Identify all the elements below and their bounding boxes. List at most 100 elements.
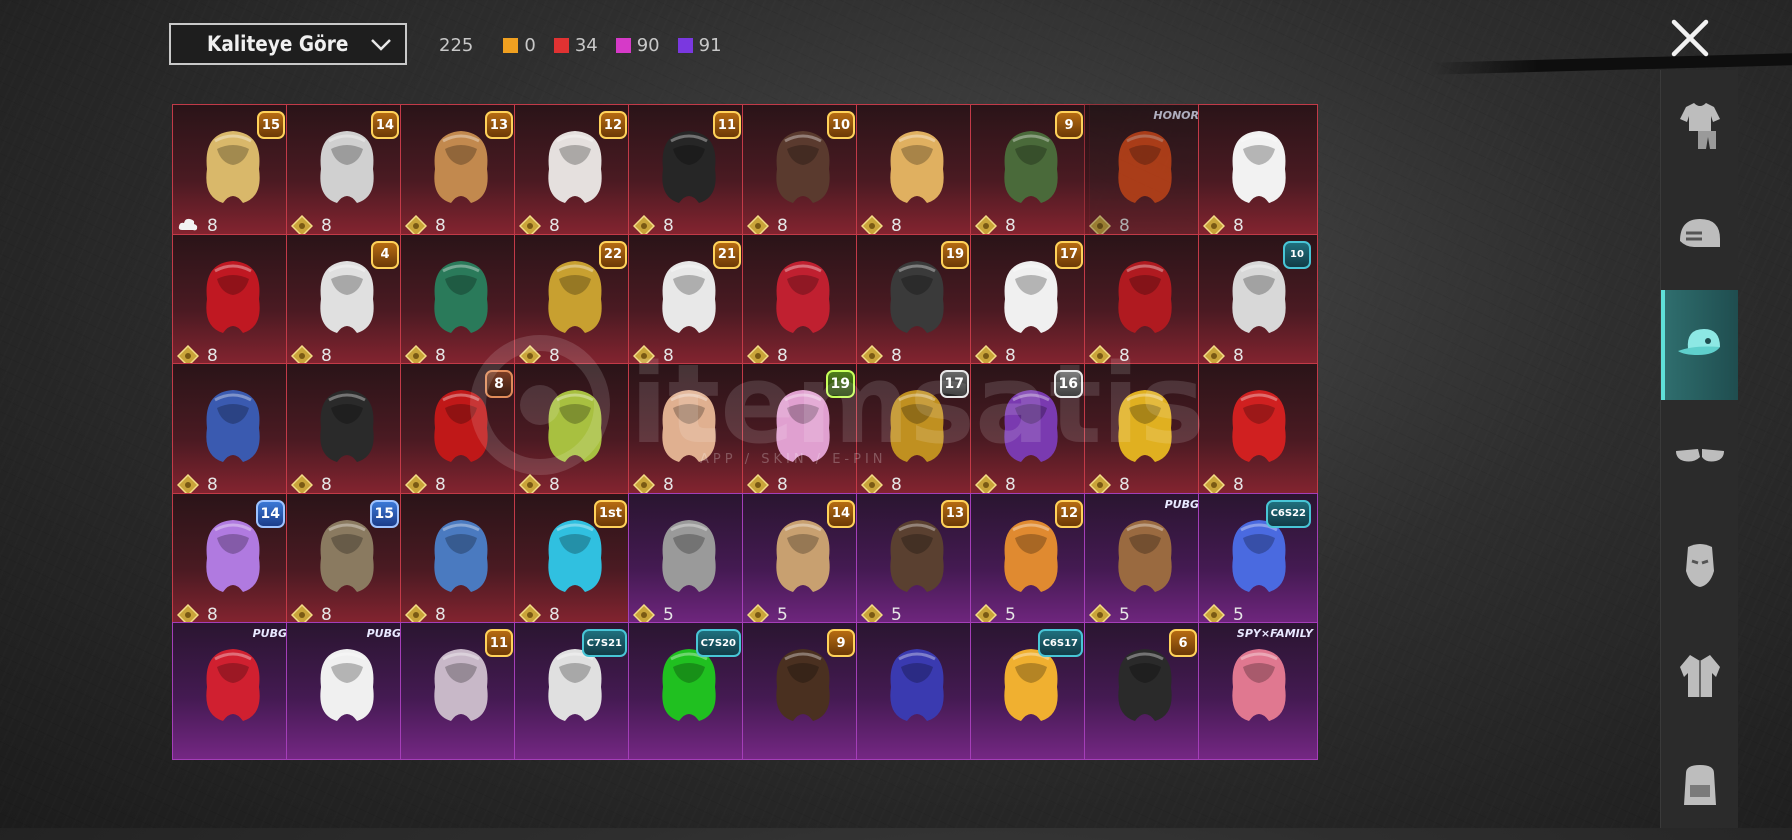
item-card[interactable]: 13 8	[400, 104, 520, 242]
season-badge: 19	[940, 240, 969, 269]
headwear-item-icon	[776, 260, 830, 333]
headwear-item-icon	[320, 390, 374, 462]
mask-icon	[1685, 544, 1714, 587]
season-badge: 16	[1053, 370, 1083, 398]
glasses-icon	[1675, 449, 1724, 462]
item-card[interactable]: 15 8	[286, 492, 406, 631]
headwear-item-icon	[206, 260, 260, 333]
count-epic: 90	[615, 34, 660, 56]
item-card[interactable]: C6S17	[970, 622, 1090, 760]
item-card[interactable]: 19 8	[742, 363, 862, 501]
item-card[interactable]: 12 8	[514, 104, 634, 242]
item-card[interactable]: C6S22 5	[1198, 492, 1318, 631]
season-badge: 9	[1055, 111, 1083, 139]
item-card[interactable]: 15 8	[172, 104, 292, 242]
season-badge: 17	[1054, 240, 1083, 269]
item-card[interactable]: 88	[400, 363, 520, 501]
item-card[interactable]: 8	[1198, 363, 1318, 501]
item-card[interactable]: HONOR 8	[1084, 104, 1204, 242]
item-card[interactable]: 8	[628, 363, 748, 501]
headwear-item-icon	[890, 131, 944, 203]
item-card[interactable]: PUBG	[286, 622, 406, 760]
season-badge: 8	[485, 370, 513, 398]
item-card[interactable]: 17 8	[970, 233, 1090, 372]
sort-dropdown[interactable]: Kaliteye Göre	[169, 23, 407, 65]
item-card[interactable]: C7S21	[514, 622, 634, 760]
headwear-item-icon	[206, 390, 260, 462]
season-badge: 11	[712, 111, 741, 139]
item-card[interactable]: SPY×FAMILY	[1198, 622, 1318, 760]
jacket-icon	[1679, 655, 1720, 697]
collab-brand-logo: PUBG	[366, 627, 401, 640]
item-card[interactable]: 10 8	[742, 104, 862, 242]
headwear-item-icon	[1118, 260, 1172, 333]
tab-outfit[interactable]	[1661, 70, 1738, 180]
watermark-subtext: APP / SKIN / E-PIN	[700, 452, 887, 467]
item-card[interactable]: 9	[742, 622, 862, 760]
tab-jacket[interactable]	[1661, 620, 1738, 730]
item-card[interactable]: C7S20	[628, 622, 748, 760]
count-legendary-value: 0	[524, 34, 536, 56]
season-badge: C7S21	[581, 629, 627, 657]
epic-swatch	[615, 37, 631, 53]
item-card[interactable]: 8	[172, 363, 292, 501]
item-card[interactable]: 5	[628, 492, 748, 631]
headwear-item-icon	[206, 649, 260, 721]
tab-backpack[interactable]	[1661, 730, 1738, 840]
item-card[interactable]: 8	[400, 233, 520, 372]
item-card[interactable]: 8	[400, 492, 520, 631]
item-card[interactable]: 21 8	[628, 233, 748, 372]
item-card[interactable]: 8	[856, 104, 976, 242]
item-card[interactable]: 8	[1084, 363, 1204, 501]
item-card[interactable]: 8	[1084, 233, 1204, 372]
item-card[interactable]: 19 8	[856, 233, 976, 372]
season-badge: 22	[598, 240, 627, 269]
tab-headwear[interactable]	[1661, 290, 1738, 400]
item-card[interactable]: 98	[970, 104, 1090, 242]
item-card[interactable]: 10 8	[1198, 233, 1318, 372]
headwear-item-icon	[548, 390, 602, 462]
season-badge: 9	[827, 629, 855, 657]
headwear-item-icon	[1118, 390, 1172, 462]
item-card[interactable]: 12 5	[970, 492, 1090, 631]
season-badge: 6	[1169, 629, 1197, 657]
item-card[interactable]: 14 8	[286, 104, 406, 242]
inventory-counts: 225 0 34 90 91	[439, 30, 740, 60]
tab-face[interactable]	[1661, 510, 1738, 620]
season-badge: 14	[370, 111, 399, 139]
item-card[interactable]: 8	[1198, 104, 1318, 242]
item-card[interactable]: 8	[286, 363, 406, 501]
item-card[interactable]: 16 8	[970, 363, 1090, 501]
tab-eyewear[interactable]	[1661, 400, 1738, 510]
season-badge: 1st	[594, 499, 627, 528]
item-card[interactable]: 8	[514, 363, 634, 501]
item-card[interactable]: 22 8	[514, 233, 634, 372]
item-card[interactable]: PUBG 5	[1084, 492, 1204, 631]
item-card[interactable]: 11 8	[628, 104, 748, 242]
season-badge: 11	[484, 629, 513, 657]
item-card[interactable]: 8	[742, 233, 862, 372]
count-epic-value: 90	[636, 34, 660, 56]
headwear-item-icon	[1232, 649, 1286, 721]
item-card[interactable]: 11	[400, 622, 520, 760]
headwear-item-icon	[320, 649, 374, 721]
close-icon[interactable]	[1664, 12, 1716, 64]
count-rare: 91	[677, 35, 722, 56]
item-card[interactable]	[856, 622, 976, 760]
collab-brand-logo: SPY×FAMILY	[1236, 627, 1313, 640]
rare-swatch	[677, 37, 693, 53]
season-badge: 19	[825, 370, 855, 398]
item-card[interactable]: 1st 8	[514, 492, 634, 631]
headwear-item-icon	[1118, 131, 1172, 203]
tab-helmet[interactable]	[1661, 180, 1738, 290]
item-card[interactable]: 8	[172, 233, 292, 372]
item-card[interactable]: 13 5	[856, 492, 976, 631]
item-card[interactable]: 14 8	[172, 492, 292, 631]
season-badge: 10	[826, 111, 855, 139]
item-card[interactable]: 14 5	[742, 492, 862, 631]
item-card[interactable]: 17 8	[856, 363, 976, 501]
item-grid: 15 8 14 8 13 8 12 8 11 8 10 8 8 9 8 HONOR 8 8 8 4 8 8 22 8 21 8 8 1…	[172, 104, 1466, 794]
item-card[interactable]: 48	[286, 233, 406, 372]
item-card[interactable]: 6	[1084, 622, 1204, 760]
item-card[interactable]: PUBG	[172, 622, 292, 760]
